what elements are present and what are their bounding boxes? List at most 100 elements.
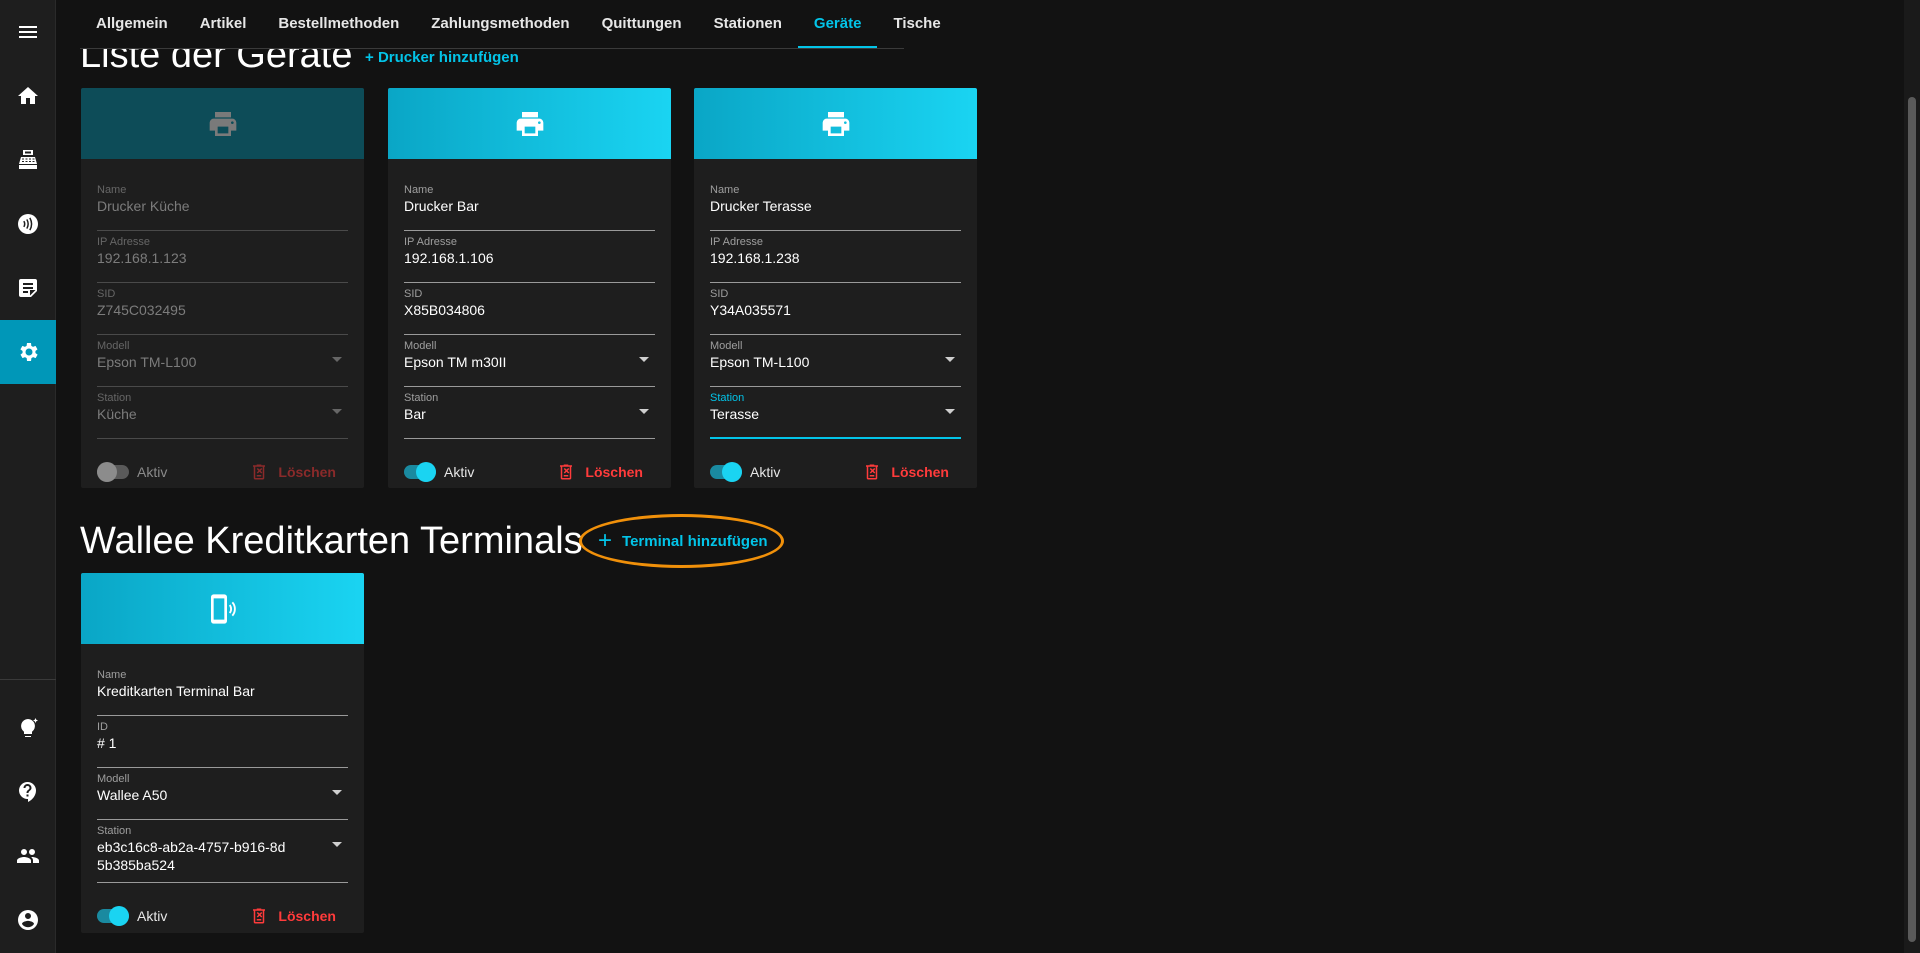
active-toggle[interactable]: Aktiv [97, 462, 167, 482]
active-toggle[interactable]: Aktiv [97, 906, 168, 926]
field-value: 192.168.1.238 [710, 250, 800, 266]
delete-button[interactable]: Löschen [238, 898, 348, 933]
field-value: 192.168.1.106 [404, 250, 494, 266]
printer-icon [516, 111, 543, 136]
field-label: ID [97, 721, 108, 733]
field-value: Kreditkarten Terminal Bar [97, 683, 255, 699]
tab-artikel[interactable]: Artikel [184, 0, 263, 48]
nav-orders[interactable] [0, 256, 56, 320]
field-value: Epson TM m30II [404, 354, 507, 370]
users-icon [17, 849, 39, 863]
model-select[interactable]: Modell Wallee A50 [97, 768, 348, 820]
field-value: Bar [404, 406, 426, 422]
field-value: eb3c16c8-ab2a-4757-b916-8d5b385ba524 [97, 839, 286, 873]
add-printer-button[interactable]: + Drucker hinzufügen [365, 49, 519, 69]
settings-tabs: Allgemein Artikel Bestellmethoden Zahlun… [80, 0, 941, 49]
settings-icon [20, 343, 38, 361]
chevron-down-icon [332, 409, 342, 414]
station-select[interactable]: Station Terasse [710, 387, 961, 439]
station-select[interactable]: Station Küche [97, 387, 348, 439]
field-value: Z745C032495 [97, 302, 186, 318]
ip-field[interactable]: IP Adresse 192.168.1.238 [710, 231, 961, 283]
chevron-down-icon [332, 790, 342, 795]
toggle-switch[interactable] [710, 462, 742, 482]
model-select[interactable]: Modell Epson TM-L100 [710, 335, 961, 387]
field-label: Name [97, 669, 127, 681]
toggle-switch[interactable] [404, 462, 436, 482]
station-select[interactable]: Station Bar [404, 387, 655, 439]
toggle-label: Aktiv [137, 908, 168, 924]
ip-field[interactable]: IP Adresse 192.168.1.123 [97, 231, 348, 283]
delete-button[interactable]: Löschen [238, 454, 348, 488]
cash-register-icon [19, 150, 37, 169]
nav-settings[interactable] [0, 320, 56, 384]
card-header [694, 88, 977, 159]
nav-help[interactable] [0, 760, 56, 824]
sid-field[interactable]: SID Z745C032495 [97, 283, 348, 335]
field-label: IP Adresse [404, 236, 457, 248]
sid-field[interactable]: SID Y34A035571 [710, 283, 961, 335]
active-toggle[interactable]: Aktiv [404, 462, 474, 482]
printer-card: Name Drucker Terasse IP Adresse 192.168.… [694, 88, 977, 488]
nav-home[interactable] [0, 64, 56, 128]
field-label: IP Adresse [97, 236, 150, 248]
sidebar [0, 0, 56, 953]
nav-contactless[interactable] [0, 192, 56, 256]
tab-stationen[interactable]: Stationen [698, 0, 798, 48]
name-field[interactable]: Name Drucker Terasse [710, 179, 961, 231]
card-header [81, 573, 364, 644]
delete-button[interactable]: Löschen [851, 454, 961, 488]
name-field[interactable]: Name Drucker Küche [97, 179, 348, 231]
field-label: Name [97, 184, 127, 196]
chevron-down-icon [332, 842, 342, 847]
field-value: Epson TM-L100 [97, 354, 197, 370]
tab-allgemein[interactable]: Allgemein [80, 0, 184, 48]
add-terminal-button[interactable]: + Terminal hinzufügen [582, 519, 784, 563]
id-field[interactable]: ID # 1 [97, 716, 348, 768]
printer-card: Name Drucker Bar IP Adresse 192.168.1.10… [388, 88, 671, 488]
active-toggle[interactable]: Aktiv [710, 462, 780, 482]
scrollbar[interactable] [1904, 0, 1920, 953]
field-value: # 1 [97, 735, 117, 751]
tab-quittungen[interactable]: Quittungen [586, 0, 698, 48]
receipt-icon [19, 279, 37, 297]
trash-icon [560, 464, 573, 480]
nav-users[interactable] [0, 824, 56, 888]
chevron-down-icon [945, 357, 955, 362]
field-value: Drucker Küche [97, 198, 190, 214]
add-terminal-label: Terminal hinzufügen [622, 532, 768, 550]
nav-cash-register[interactable] [0, 128, 56, 192]
toggle-switch[interactable] [97, 906, 129, 926]
tab-bestellmethoden[interactable]: Bestellmethoden [262, 0, 415, 48]
scrollbar-thumb[interactable] [1908, 97, 1916, 942]
name-field[interactable]: Name Drucker Bar [404, 179, 655, 231]
toggle-switch[interactable] [97, 462, 129, 482]
chevron-down-icon [945, 409, 955, 414]
help-icon [19, 782, 36, 802]
nav-tips[interactable] [0, 696, 56, 760]
trash-icon [866, 464, 879, 480]
model-select[interactable]: Modell Epson TM m30II [404, 335, 655, 387]
tab-zahlungsmethoden[interactable]: Zahlungsmethoden [415, 0, 585, 48]
field-value: Wallee A50 [97, 787, 168, 803]
menu-button[interactable] [0, 0, 56, 64]
field-value: Epson TM-L100 [710, 354, 810, 370]
tab-tische[interactable]: Tische [877, 0, 956, 48]
sid-field[interactable]: SID X85B034806 [404, 283, 655, 335]
station-select[interactable]: Station eb3c16c8-ab2a-4757-b916-8d5b385b… [97, 820, 348, 883]
name-field[interactable]: Name Kreditkarten Terminal Bar [97, 664, 348, 716]
ip-field[interactable]: IP Adresse 192.168.1.106 [404, 231, 655, 283]
card-header [388, 88, 671, 159]
delete-button[interactable]: Löschen [545, 454, 655, 488]
field-value: Drucker Bar [404, 198, 479, 214]
field-label: Station [97, 392, 132, 404]
terminal-card: Name Kreditkarten Terminal Bar ID # 1 Mo… [81, 573, 364, 933]
model-select[interactable]: Modell Epson TM-L100 [97, 335, 348, 387]
contactless-icon [18, 214, 38, 234]
add-printer-label: Drucker hinzufügen [377, 49, 519, 66]
field-value: Küche [97, 406, 137, 422]
delete-label: Löschen [278, 464, 336, 480]
nav-account[interactable] [0, 888, 56, 952]
tab-geraete[interactable]: Geräte [797, 0, 878, 48]
delete-label: Löschen [891, 464, 949, 480]
